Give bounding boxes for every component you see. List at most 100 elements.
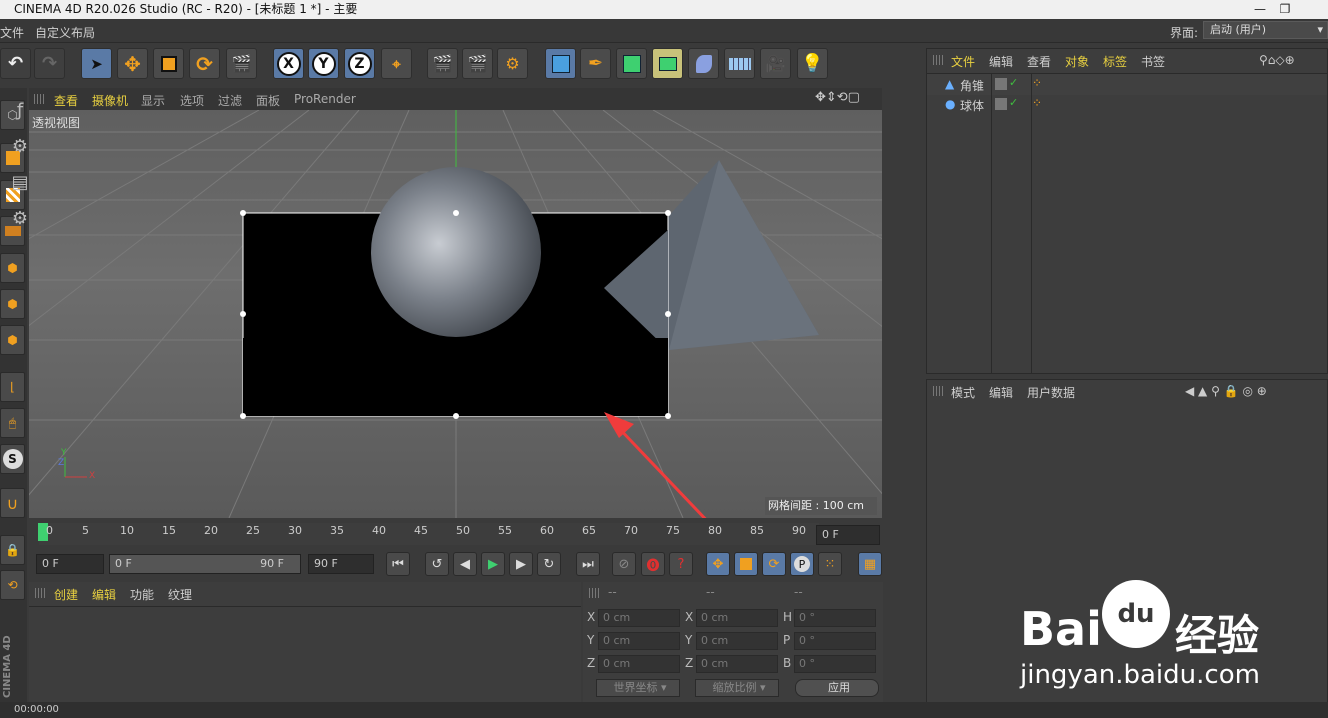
structure-button[interactable]: ⚙ [4, 130, 36, 162]
world-coord-select[interactable]: 世界坐标 ▾ [596, 679, 680, 697]
render-view-button[interactable]: 🎬 [427, 48, 458, 79]
obj-menu-file[interactable]: 文件 [951, 53, 975, 70]
array-button[interactable] [652, 48, 683, 79]
play-button[interactable]: ▶ [481, 552, 505, 576]
next-key-button[interactable]: ↻ [537, 552, 561, 576]
go-to-start-button[interactable]: ⏮ [386, 552, 410, 576]
frame-range-slider[interactable]: 0 F 90 F [109, 554, 301, 574]
pen-tool-button[interactable]: ✒ [580, 48, 611, 79]
mat-menu-edit[interactable]: 编辑 [92, 586, 116, 603]
object-row[interactable]: ▲ 角锥 ✓ ⁘ [927, 73, 1327, 95]
next-frame-button[interactable]: ▶ [509, 552, 533, 576]
end-frame-field[interactable]: 90 F [308, 554, 374, 574]
move-tool-button[interactable]: ✥ [117, 48, 148, 79]
polygons-mode-button[interactable]: ⬢ [0, 325, 25, 355]
add-cube-button[interactable] [545, 48, 576, 79]
key-parameter-button[interactable]: P [790, 552, 814, 576]
timeline-button[interactable]: ▦ [858, 552, 882, 576]
light-button[interactable]: 💡 [797, 48, 828, 79]
viewport-menu-options[interactable]: 选项 [180, 92, 204, 109]
lock-workplane-button[interactable]: 🔒 [0, 535, 25, 565]
viewport-menu-display[interactable]: 显示 [141, 92, 165, 109]
size-y-field[interactable]: 0 cm [696, 632, 778, 650]
scale-select[interactable]: 缩放比例 ▾ [695, 679, 779, 697]
attr-menu-edit[interactable]: 编辑 [989, 384, 1013, 401]
viewport-menu-camera[interactable]: 摄像机 [92, 92, 128, 109]
key-rotation-button[interactable]: ⟳ [762, 552, 786, 576]
viewport[interactable]: 透视视图 Y Z X 网格间距 : 100 cm [29, 110, 882, 518]
takes-button[interactable]: ⚙ [4, 202, 36, 234]
key-scale-button[interactable] [734, 552, 758, 576]
obj-menu-view[interactable]: 查看 [1027, 53, 1051, 70]
key-position-button[interactable]: ✥ [706, 552, 730, 576]
y-axis-lock-button[interactable]: Y [308, 48, 339, 79]
start-frame-field[interactable]: 0 F [36, 554, 104, 574]
obj-menu-tag[interactable]: 标签 [1103, 53, 1127, 70]
coordinate-system-button[interactable]: ⌖ [381, 48, 412, 79]
viewport-menu-view[interactable]: 查看 [54, 92, 78, 109]
position-x-field[interactable]: 0 cm [598, 609, 680, 627]
attr-menu-mode[interactable]: 模式 [951, 384, 975, 401]
menu-file[interactable]: 文件 [0, 24, 24, 41]
position-y-field[interactable]: 0 cm [598, 632, 680, 650]
apply-button[interactable]: 应用 [795, 679, 879, 697]
x-axis-lock-button[interactable]: X [273, 48, 304, 79]
axis-mode-button[interactable]: ⌊ [0, 372, 25, 402]
deformer-button[interactable] [688, 48, 719, 79]
current-frame-field[interactable]: 0 F [816, 525, 880, 545]
timeline-ruler[interactable]: 0 5 10 15 20 25 30 35 40 45 50 55 60 65 … [29, 520, 882, 550]
attr-nav-icons[interactable]: ◀ ▲ ⚲ 🔒 ◎ ⊕ [1185, 384, 1267, 398]
redo-button[interactable]: ↷ [34, 48, 65, 79]
key-pla-button[interactable]: ⁙ [818, 552, 842, 576]
render-picture-viewer-button[interactable]: 🎬 [462, 48, 493, 79]
workplane-snap-button[interactable]: ⟲ [0, 570, 25, 600]
autokey-button[interactable]: ⓿ [641, 552, 665, 576]
snap-button[interactable]: S [0, 444, 25, 474]
rotation-p-field[interactable]: 0 ° [794, 632, 876, 650]
scale-tool-button[interactable] [153, 48, 184, 79]
obj-menu-edit[interactable]: 编辑 [989, 53, 1013, 70]
obj-menu-object[interactable]: 对象 [1065, 53, 1089, 70]
obj-menu-bookmark[interactable]: 书签 [1141, 53, 1165, 70]
keyframe-selection-button[interactable]: ? [669, 552, 693, 576]
viewport-menu-prorender[interactable]: ProRender [294, 92, 356, 106]
position-z-field[interactable]: 0 cm [598, 655, 680, 673]
floor-button[interactable] [724, 48, 755, 79]
obj-manager-nav-icons[interactable]: ⚲⌂◇⊕ [1259, 53, 1295, 67]
rotation-b-field[interactable]: 0 ° [794, 655, 876, 673]
mat-menu-function[interactable]: 功能 [130, 586, 154, 603]
undo-button[interactable]: ↶ [0, 48, 31, 79]
mat-menu-create[interactable]: 创建 [54, 586, 78, 603]
previous-key-button[interactable]: ↺ [425, 552, 449, 576]
maximize-button[interactable]: ❐ [1265, 0, 1305, 19]
render-settings-button[interactable]: ⚙ [497, 48, 528, 79]
viewport-nav-icons[interactable]: ✥⇕⟲▢ [815, 90, 860, 105]
check-icon[interactable]: ✓ [1009, 76, 1018, 89]
rotation-h-field[interactable]: 0 ° [794, 609, 876, 627]
size-z-field[interactable]: 0 cm [696, 655, 778, 673]
subdivision-button[interactable] [616, 48, 647, 79]
size-x-field[interactable]: 0 cm [696, 609, 778, 627]
attr-menu-userdata[interactable]: 用户数据 [1027, 384, 1075, 401]
menu-custom-layout[interactable]: 自定义布局 [35, 24, 95, 41]
layout-select[interactable]: 启动 (用户) ▾ [1203, 21, 1328, 39]
record-position-button[interactable]: ⊘ [612, 552, 636, 576]
viewport-menu-panel[interactable]: 面板 [256, 92, 280, 109]
select-tool-button[interactable]: ➤ [81, 48, 112, 79]
content-browser-button[interactable]: ƒ [4, 94, 36, 126]
go-to-end-button[interactable]: ⏭ [576, 552, 600, 576]
tag-icon[interactable]: ⁘ [1032, 76, 1042, 90]
viewport-menu-filter[interactable]: 过滤 [218, 92, 242, 109]
edges-mode-button[interactable]: ⬢ [0, 289, 25, 319]
layer-browser-button[interactable]: ▤ [4, 166, 36, 198]
rotate-tool-button[interactable]: ⟳ [189, 48, 220, 79]
camera-button[interactable]: 🎥 [760, 48, 791, 79]
check-icon[interactable]: ✓ [1009, 96, 1018, 109]
z-axis-lock-button[interactable]: Z [344, 48, 375, 79]
points-mode-button[interactable]: ⬢ [0, 253, 25, 283]
recent-tools-button[interactable]: 🎬 [226, 48, 257, 79]
object-row[interactable]: ● 球体 ✓ ⁘ [927, 95, 1327, 115]
previous-frame-button[interactable]: ◀ [453, 552, 477, 576]
tag-icon[interactable]: ⁘ [1032, 96, 1042, 110]
mat-menu-texture[interactable]: 纹理 [168, 586, 192, 603]
